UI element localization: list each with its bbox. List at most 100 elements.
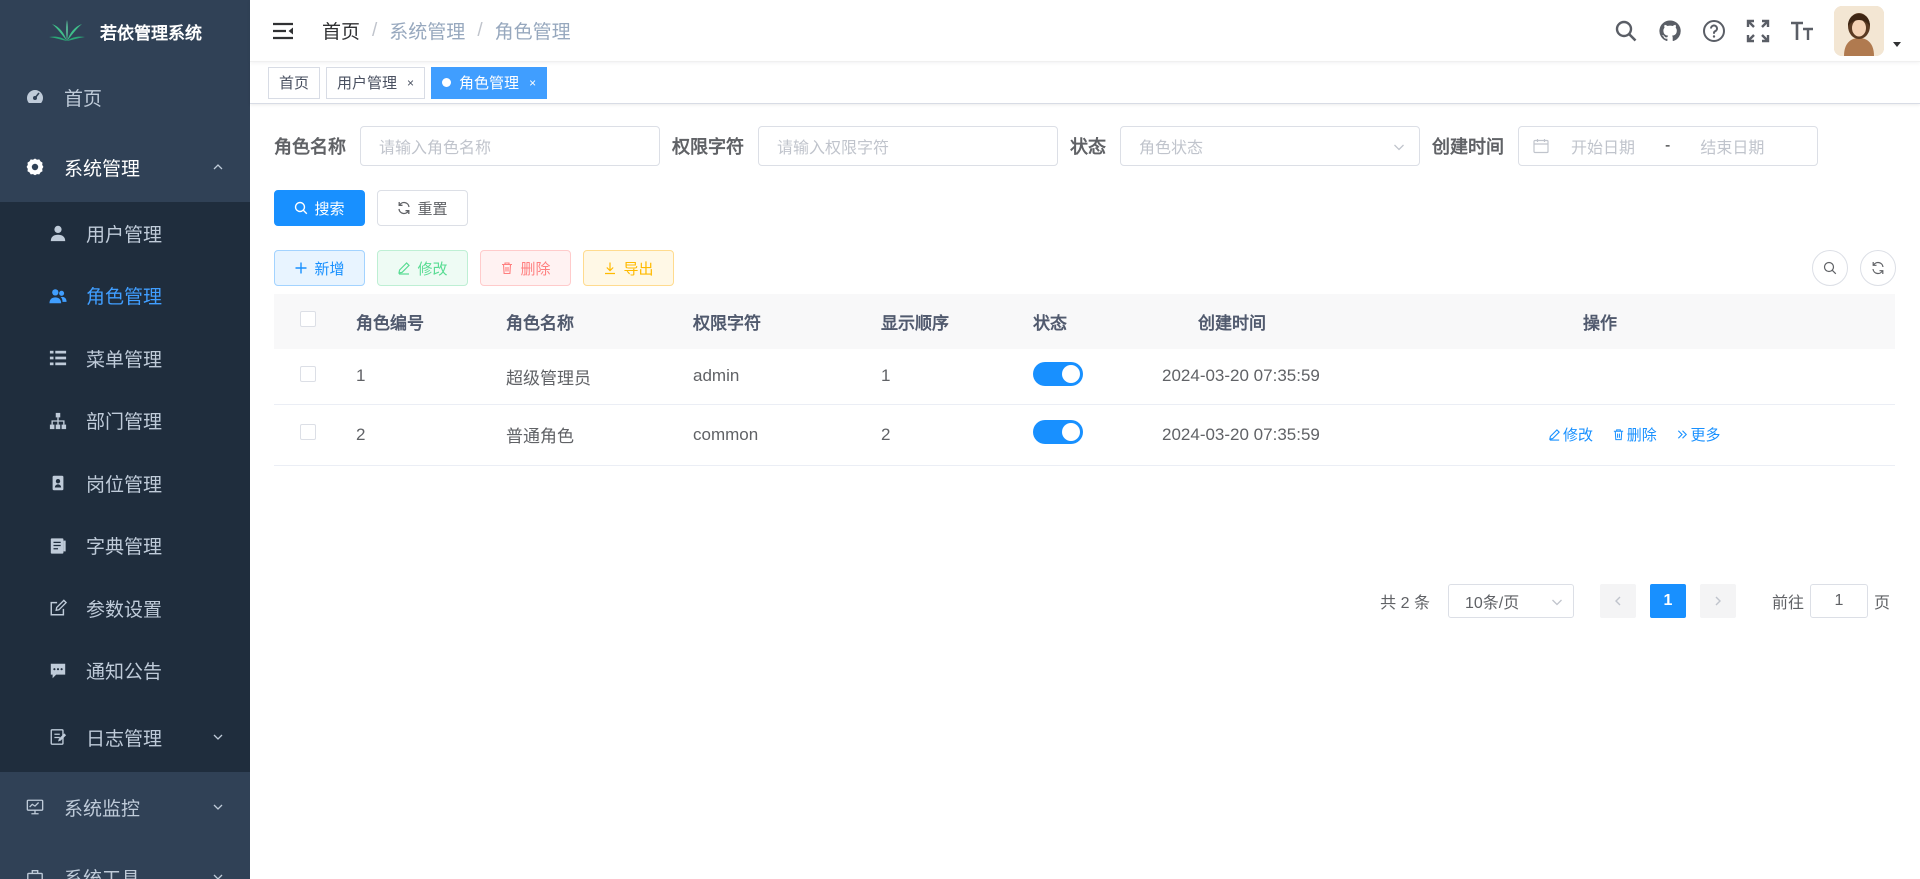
page-number-current[interactable]: 1 — [1649, 584, 1686, 618]
export-button[interactable]: 导出 — [583, 250, 674, 286]
fullscreen-icon[interactable] — [1746, 19, 1770, 43]
role-key-input[interactable]: 请输入权限字符 — [758, 126, 1058, 166]
row-delete-link[interactable]: 删除 — [1612, 424, 1657, 445]
close-icon[interactable]: × — [529, 76, 536, 90]
column-header: 创建时间 — [1198, 314, 1266, 333]
search-icon[interactable] — [1614, 19, 1638, 43]
column-header: 操作 — [1583, 314, 1617, 333]
table-row: 2 普通角色 common 2 2024-03-20 07:35:59 修改 删… — [274, 404, 1895, 466]
sidebar-item-dept[interactable]: 部门管理 — [0, 390, 250, 453]
question-icon[interactable] — [1702, 19, 1726, 43]
select-all-checkbox[interactable] — [300, 311, 316, 327]
row-more-link[interactable]: 更多 — [1676, 424, 1721, 445]
tag-label: 角色管理 — [459, 75, 520, 92]
sidebar-item-log[interactable]: 日志管理 — [0, 702, 250, 772]
search-icon — [1823, 261, 1837, 275]
sidebar-item-label: 部门管理 — [86, 412, 163, 434]
sidebar-item-config[interactable]: 参数设置 — [0, 577, 250, 640]
calendar-icon — [1533, 139, 1549, 154]
sidebar-item-dict[interactable]: 字典管理 — [0, 515, 250, 578]
breadcrumb-home[interactable]: 首页 — [322, 17, 360, 44]
add-button[interactable]: 新增 — [274, 250, 365, 286]
sidebar-item-label: 首页 — [64, 88, 103, 110]
chevron-up-icon — [213, 164, 223, 170]
cell-created: 2024-03-20 07:35:59 — [1148, 349, 1398, 405]
double-arrow-right-icon — [1677, 429, 1687, 439]
status-switch[interactable] — [1033, 361, 1083, 386]
reset-button[interactable]: 重置 — [377, 190, 468, 226]
tag-home[interactable]: 首页 — [268, 66, 321, 99]
edit-button[interactable]: 修改 — [377, 250, 468, 286]
edit-icon — [48, 598, 68, 618]
goto-suffix: 页 — [1873, 595, 1890, 612]
app-logo[interactable]: 若依管理系统 — [0, 0, 250, 62]
status-switch[interactable] — [1033, 420, 1083, 444]
font-size-icon[interactable] — [1790, 19, 1814, 43]
row-checkbox[interactable] — [300, 365, 316, 382]
goto-page-value: 1 — [1834, 592, 1844, 609]
end-date-placeholder[interactable]: 结束日期 — [1700, 134, 1764, 158]
dict-icon — [48, 536, 68, 556]
sidebar-item-label: 角色管理 — [86, 287, 163, 309]
sidebar-item-label: 字典管理 — [86, 537, 163, 559]
caret-down-icon[interactable] — [1892, 39, 1902, 49]
column-header: 状态 — [1033, 314, 1067, 333]
plus-icon — [295, 262, 307, 274]
page-size-select[interactable]: 10条/页 — [1447, 584, 1574, 618]
column-header: 显示顺序 — [881, 314, 949, 333]
row-edit-link[interactable]: 修改 — [1548, 424, 1593, 445]
date-range-picker[interactable]: 开始日期 - 结束日期 — [1518, 126, 1818, 166]
delete-button[interactable]: 删除 — [480, 250, 571, 286]
cell-role-name: 普通角色 — [506, 404, 693, 466]
role-name-input[interactable]: 请输入角色名称 — [360, 126, 660, 166]
tag-role[interactable]: 角色管理 × — [431, 66, 548, 99]
sidebar-item-label: 日志管理 — [86, 728, 163, 750]
edit-icon — [398, 262, 411, 275]
table-row: 1 超级管理员 admin 1 2024-03-20 07:35:59 — [274, 349, 1895, 405]
sidebar-item-home[interactable]: 首页 — [0, 62, 250, 132]
sidebar-item-menu[interactable]: 菜单管理 — [0, 327, 250, 390]
created-label: 创建时间 — [1432, 137, 1504, 157]
sidebar-item-label: 系统工具 — [64, 868, 141, 879]
post-icon — [48, 473, 68, 493]
hamburger-icon[interactable] — [272, 21, 294, 41]
avatar[interactable] — [1834, 6, 1884, 56]
breadcrumb-role: 角色管理 — [494, 22, 571, 43]
prev-page-button[interactable] — [1599, 584, 1636, 618]
breadcrumb-separator: / — [372, 19, 378, 41]
role-table: 角色编号 角色名称 权限字符 显示顺序 状态 创建时间 操作 1 超级管理员 a… — [274, 294, 1895, 466]
dashboard-icon — [24, 86, 46, 108]
range-separator: - — [1665, 137, 1671, 154]
goto-page-input[interactable]: 1 — [1809, 584, 1868, 618]
tag-user[interactable]: 用户管理 × — [326, 66, 426, 99]
start-date-placeholder[interactable]: 开始日期 — [1571, 134, 1635, 158]
trash-icon — [502, 262, 513, 275]
peoples-icon — [48, 286, 68, 306]
sidebar-item-user[interactable]: 用户管理 — [0, 202, 250, 265]
search-button-label: 搜索 — [314, 200, 345, 218]
download-icon — [605, 262, 616, 275]
next-page-button[interactable] — [1699, 584, 1736, 618]
column-header: 角色编号 — [356, 314, 424, 333]
refresh-button[interactable] — [1860, 250, 1896, 286]
cell-created: 2024-03-20 07:35:59 — [1148, 404, 1398, 466]
sidebar-item-role[interactable]: 角色管理 — [0, 265, 250, 328]
sidebar-item-label: 系统监控 — [64, 798, 141, 820]
status-select[interactable]: 角色状态 — [1120, 126, 1420, 166]
sidebar-item-tool[interactable]: 系统工具 — [0, 842, 250, 879]
row-checkbox[interactable] — [300, 424, 316, 440]
sidebar-item-notice[interactable]: 通知公告 — [0, 640, 250, 703]
sidebar-item-label: 岗位管理 — [86, 474, 163, 496]
sidebar-item-label: 菜单管理 — [86, 349, 163, 371]
search-form: 角色名称 请输入角色名称 权限字符 请输入权限字符 状态 角色状态 创建时间 开… — [274, 126, 1896, 166]
switch-knob — [1062, 423, 1080, 441]
sidebar-item-monitor[interactable]: 系统监控 — [0, 772, 250, 842]
sidebar-item-system[interactable]: 系统管理 — [0, 132, 250, 202]
toggle-search-button[interactable] — [1812, 250, 1848, 286]
close-icon[interactable]: × — [407, 76, 414, 90]
github-icon[interactable] — [1658, 19, 1682, 43]
role-key-label: 权限字符 — [672, 137, 744, 157]
search-button[interactable]: 搜索 — [274, 190, 365, 226]
cell-role-id: 2 — [356, 404, 506, 466]
sidebar-item-post[interactable]: 岗位管理 — [0, 452, 250, 515]
